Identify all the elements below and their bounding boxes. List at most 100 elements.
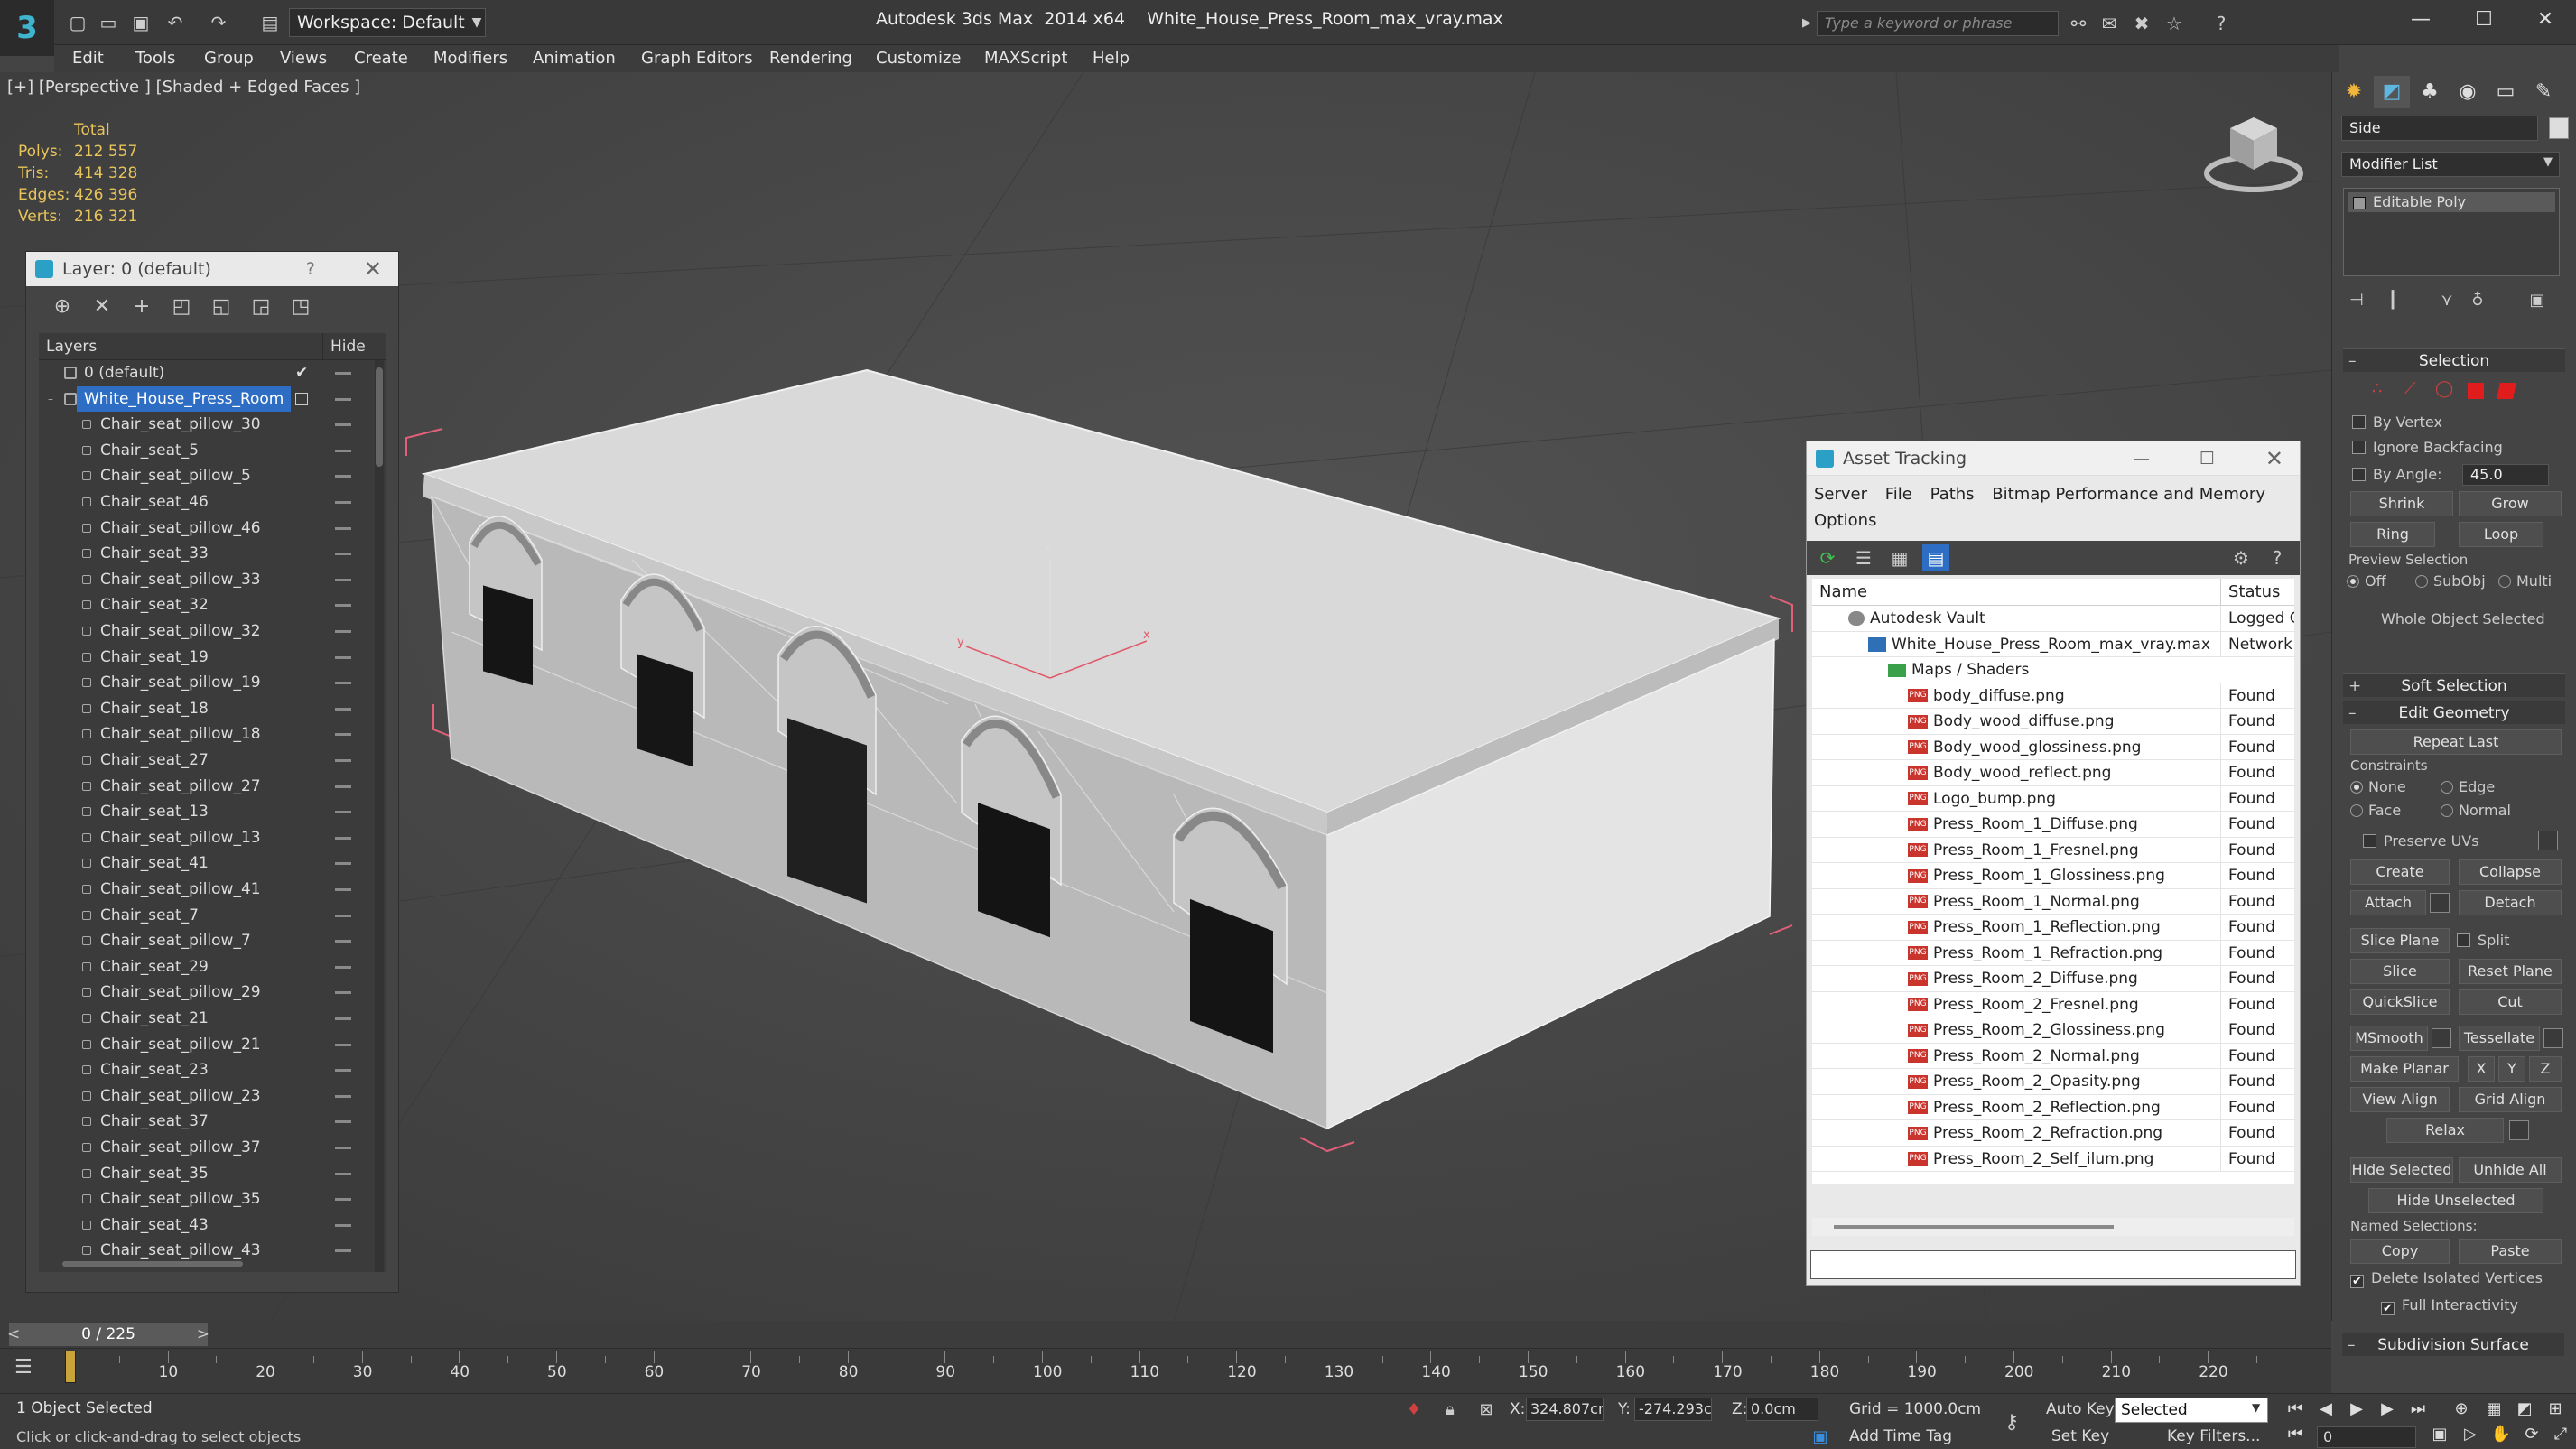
binoculars-icon[interactable]: ⚯ [2064, 11, 2093, 36]
workspace-dropdown[interactable]: Workspace: Default [289, 8, 486, 37]
mini-curve-editor-icon[interactable]: ☰ [14, 1356, 33, 1379]
col-hide[interactable]: Hide [322, 333, 367, 360]
timeline-playhead[interactable] [65, 1351, 76, 1383]
layer-object-row[interactable]: Chair_seat_13 [39, 799, 373, 824]
layer-object-row[interactable]: Chair_seat_pillow_13 [39, 825, 373, 850]
grow-button[interactable]: Grow [2459, 491, 2562, 516]
pan-icon[interactable]: ✋ [2487, 1421, 2516, 1448]
set-key-button[interactable]: Set Key [2051, 1423, 2109, 1449]
hide-toggle[interactable] [335, 1147, 351, 1149]
planar-y-button[interactable]: Y [2498, 1056, 2525, 1082]
cut-button[interactable]: Cut [2459, 989, 2562, 1015]
orbit-subobject-icon[interactable]: ⟳ [2517, 1421, 2546, 1448]
hide-all-icon[interactable]: ◲ [241, 292, 281, 322]
constraint-edge-radio[interactable]: Edge [2441, 776, 2495, 798]
col-name[interactable]: Name [1819, 579, 1867, 606]
hide-toggle[interactable] [335, 1069, 351, 1073]
menu-views[interactable]: Views [280, 49, 327, 68]
menu-tools[interactable]: Tools [135, 49, 175, 68]
x-coord-field[interactable]: 324.807cm [1526, 1398, 1604, 1421]
pin-stack-icon[interactable]: ⊣ [2343, 287, 2370, 314]
save-icon[interactable]: ▣ [128, 9, 153, 36]
help-icon[interactable]: ? [2207, 11, 2236, 36]
asset-menu-file[interactable]: File [1885, 485, 1912, 504]
prev-key-icon[interactable]: ◀ [2311, 1396, 2340, 1423]
help-icon[interactable]: ? [2264, 544, 2291, 571]
active-layer-check-icon[interactable]: ✔ [295, 360, 308, 385]
layer-object-row[interactable]: Chair_seat_pillow_30 [39, 412, 373, 437]
menu-animation[interactable]: Animation [533, 49, 616, 68]
slice-button[interactable]: Slice [2350, 959, 2450, 984]
asset-row-map[interactable]: PNG Body_wood_glossiness.png Found [1812, 734, 2294, 760]
app-logo[interactable]: 3 [0, 0, 54, 56]
object-name-field[interactable]: Side [2341, 116, 2538, 141]
layer-object-row[interactable]: Chair_seat_pillow_5 [39, 463, 373, 488]
project-folder-icon[interactable]: ▤ [257, 9, 283, 36]
quickslice-button[interactable]: QuickSlice [2350, 989, 2450, 1015]
hide-toggle[interactable] [335, 578, 351, 581]
reset-plane-button[interactable]: Reset Plane [2459, 959, 2562, 984]
grid-view-icon[interactable]: ▤ [1922, 544, 1949, 571]
menu-create[interactable]: Create [354, 49, 408, 68]
chevron-down-icon[interactable]: ▼ [2252, 1401, 2260, 1414]
hide-toggle[interactable] [335, 733, 351, 737]
layer-list[interactable]: 0 (default) ✔ – White_House_Press_Room C… [39, 360, 386, 1272]
selection-rollout-header[interactable]: – Selection [2343, 348, 2565, 372]
layer-object-row[interactable]: Chair_seat_pillow_33 [39, 567, 373, 592]
tessellate-button[interactable]: Tessellate [2459, 1026, 2540, 1051]
copy-button[interactable]: Copy [2350, 1239, 2450, 1264]
asset-menu-options[interactable]: Options [1814, 511, 1876, 530]
time-slider[interactable]: < 0 / 225 > [7, 1323, 209, 1346]
layer-object-row[interactable]: Chair_seat_33 [39, 541, 373, 566]
asset-menu-paths[interactable]: Paths [1930, 485, 1975, 504]
settings-icon[interactable]: ⚙ [2227, 544, 2255, 571]
menu-edit[interactable]: Edit [72, 49, 104, 68]
col-layers[interactable]: Layers [46, 333, 97, 360]
preserve-uvs-settings[interactable] [2538, 831, 2558, 850]
msmooth-button[interactable]: MSmooth [2350, 1026, 2428, 1051]
border-icon[interactable]: ◯ [2435, 379, 2453, 398]
maximize-icon[interactable]: ☐ [2458, 4, 2510, 36]
layer-object-row[interactable]: Chair_seat_pillow_32 [39, 618, 373, 644]
timeline-ruler[interactable]: 10 20 30 40 50 60 70 80 90 100 110 120 130 140 150 160 1… [63, 1349, 2257, 1387]
goto-end-icon[interactable]: ⏭ [2404, 1396, 2432, 1423]
hide-toggle[interactable] [335, 630, 351, 633]
stack-item-editable-poly[interactable]: Editable Poly [2348, 192, 2555, 212]
layer-object-row[interactable]: Chair_seat_27 [39, 748, 373, 773]
menu-maxscript[interactable]: MAXScript [984, 49, 1067, 68]
relax-button[interactable]: Relax [2386, 1118, 2504, 1143]
asset-row-map[interactable]: PNG Press_Room_2_Glossiness.png Found [1812, 1017, 2294, 1044]
delete-layer-icon[interactable]: ✕ [82, 292, 122, 322]
asset-row-map[interactable]: PNG Press_Room_1_Reflection.png Found [1812, 915, 2294, 941]
close-icon[interactable]: ✕ [364, 252, 382, 286]
layer-object-row[interactable]: Chair_seat_pillow_27 [39, 774, 373, 799]
next-key-icon[interactable]: ▶ [2373, 1396, 2402, 1423]
layer-object-row[interactable]: Chair_seat_pillow_18 [39, 721, 373, 747]
utilities-tab-icon[interactable]: ✎ [2525, 76, 2562, 108]
view-align-button[interactable]: View Align [2350, 1087, 2450, 1112]
edge-icon[interactable]: ⟋ [2404, 379, 2416, 398]
layer-object-row[interactable]: Chair_seat_pillow_35 [39, 1186, 373, 1212]
shrink-button[interactable]: Shrink [2350, 491, 2453, 516]
minimize-icon[interactable]: — [2133, 441, 2150, 476]
chevron-down-icon[interactable]: ▼ [2543, 155, 2553, 169]
hide-toggle[interactable] [335, 759, 351, 762]
menu-graph-editors[interactable]: Graph Editors [641, 49, 753, 68]
collapse-icon[interactable]: – [48, 386, 53, 412]
zoom-icon[interactable]: ⊕ [2447, 1396, 2476, 1423]
layer-object-row[interactable]: Chair_seat_pillow_46 [39, 516, 373, 541]
element-icon[interactable] [2497, 383, 2516, 399]
viewport-label[interactable]: [+] [Perspective ] [Shaded + Edged Faces… [7, 78, 360, 97]
asset-row-vault[interactable]: Autodesk Vault Logged O [1812, 606, 2294, 632]
select-objects-icon[interactable]: ◰ [162, 292, 201, 322]
key-filters-button[interactable]: Key Filters... [2167, 1423, 2260, 1449]
hide-toggle[interactable] [335, 526, 351, 530]
collapse-button[interactable]: Collapse [2459, 859, 2562, 885]
col-status[interactable]: Status [2220, 579, 2294, 606]
undo-icon[interactable]: ↶ [163, 9, 188, 36]
hide-toggle[interactable] [335, 707, 351, 711]
open-file-icon[interactable]: ▭ [96, 9, 121, 36]
hide-toggle[interactable] [335, 785, 351, 788]
vertex-icon[interactable]: ∴ [2372, 379, 2382, 398]
hide-toggle[interactable] [335, 888, 351, 891]
